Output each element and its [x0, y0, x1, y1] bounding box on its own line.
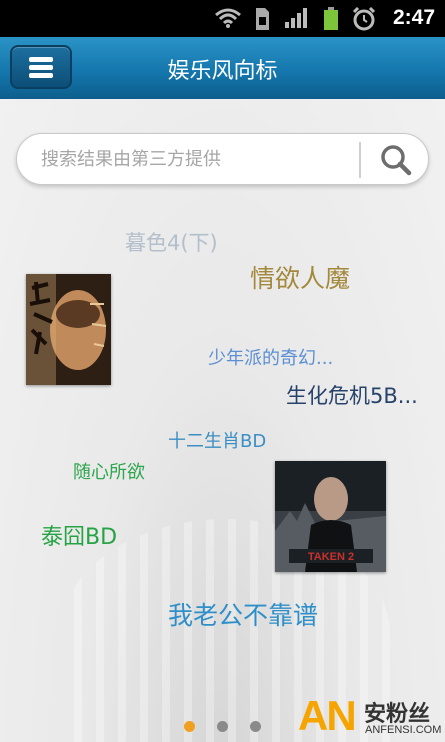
status-time: 2:47 [392, 6, 435, 29]
search-button[interactable] [369, 138, 421, 182]
signal-icon [285, 8, 307, 28]
search-input[interactable] [41, 144, 351, 174]
wifi-icon [215, 8, 241, 28]
main-content: 暮色4(下) 情欲人魔 少年派的奇幻... 生化危机5B... 十二生肖BD 随… [0, 99, 445, 742]
poster-shanghai-art [26, 274, 111, 385]
search-bar [16, 133, 429, 185]
tag-qingyu-renmo[interactable]: 情欲人魔 [250, 259, 350, 295]
watermark-logo-an: AN [298, 692, 357, 739]
tag-suixin-suoyu[interactable]: 随心所欲 [73, 458, 145, 484]
tag-wo-laogong[interactable]: 我老公不靠谱 [168, 596, 318, 632]
anfensi-watermark-logo: AN 安粉丝 ANFENSI.COM [298, 692, 443, 740]
battery-icon [324, 7, 338, 30]
poster-taken2[interactable]: TAKEN 2 [275, 461, 386, 572]
page-title: 娱乐风向标 [167, 59, 278, 84]
sim-icon [256, 8, 269, 30]
page-dot-1[interactable] [184, 721, 195, 732]
search-divider [359, 142, 361, 178]
app-header: 娱乐风向标 [0, 37, 445, 99]
tag-life-of-pi[interactable]: 少年派的奇幻... [208, 344, 333, 370]
alarm-icon [352, 7, 376, 31]
search-icon [381, 145, 412, 176]
page-dot-2[interactable] [217, 721, 228, 732]
svg-text:TAKEN 2: TAKEN 2 [308, 551, 354, 563]
page-dot-3[interactable] [250, 721, 261, 732]
status-bar: 2:47 [0, 0, 445, 37]
tag-chinese-zodiac[interactable]: 十二生肖BD [168, 427, 266, 453]
tag-resident-evil-5[interactable]: 生化危机5B... [286, 380, 418, 410]
tag-lost-in-thailand[interactable]: 泰囧BD [41, 519, 117, 551]
tag-twilight-4[interactable]: 暮色4(下) [125, 227, 218, 257]
watermark-logo-en: ANFENSI.COM [365, 724, 442, 736]
poster-shanghai[interactable] [26, 274, 111, 385]
poster-taken2-art: TAKEN 2 [275, 461, 386, 572]
